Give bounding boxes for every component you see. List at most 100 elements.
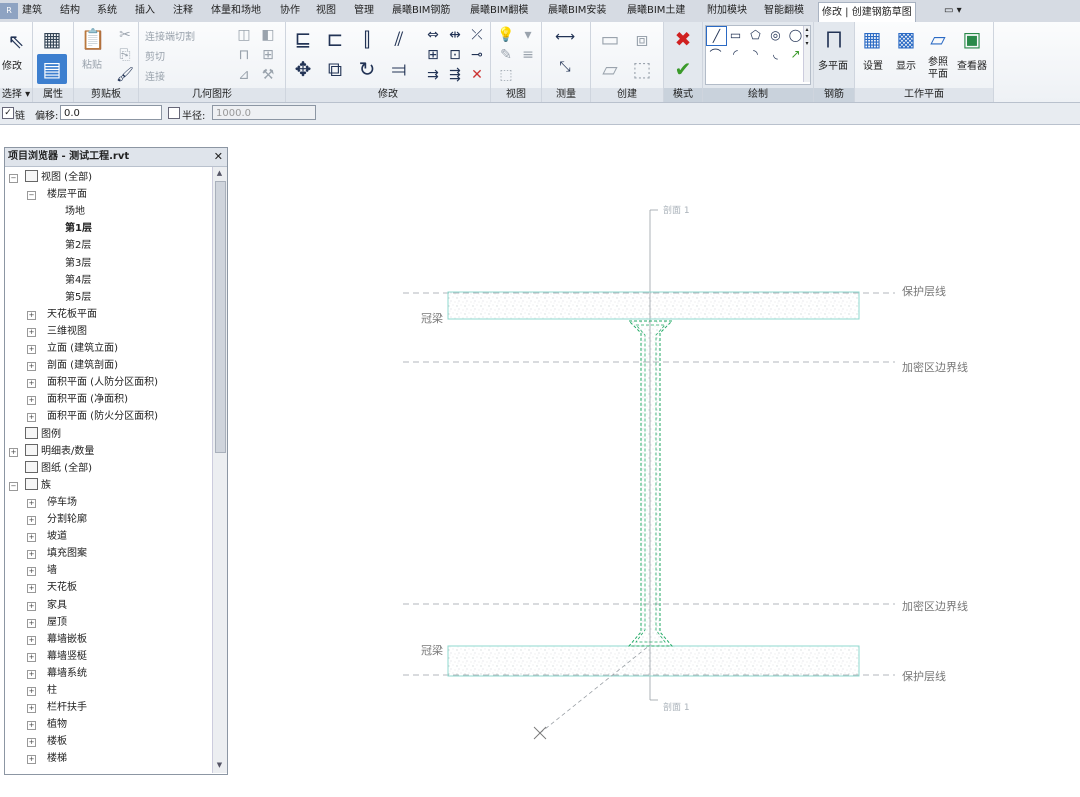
graphics-icon[interactable]: ≡: [515, 44, 541, 66]
menu-tab-14[interactable]: 智能翻模: [764, 3, 804, 19]
menu-tab-6[interactable]: 协作: [280, 3, 300, 19]
crown-beam-bottom[interactable]: [447, 645, 860, 677]
arc-center-icon[interactable]: ◜: [726, 45, 745, 63]
circle-polygon-tool-icon[interactable]: ◎: [766, 26, 785, 44]
fillet-arc-icon[interactable]: ◟: [766, 45, 785, 63]
copy-element-icon[interactable]: ⧉: [320, 54, 350, 84]
view-switcher-button[interactable]: ▭ ▾: [944, 3, 962, 19]
tree-toggle-icon[interactable]: −: [9, 481, 18, 491]
show-label[interactable]: 显示: [896, 57, 916, 72]
section-bottom-label[interactable]: 剖面 1: [663, 701, 690, 713]
tree-toggle-icon[interactable]: +: [27, 413, 36, 423]
tree-toggle-icon[interactable]: +: [27, 345, 36, 354]
override-icon[interactable]: ▾: [515, 24, 541, 46]
menu-tab-12[interactable]: 晨曦BIM土建: [627, 3, 685, 19]
radius-input[interactable]: 1000.0: [212, 105, 316, 120]
tree-toggle-icon[interactable]: +: [27, 652, 36, 662]
cover-line-top-label[interactable]: 保护层线: [902, 284, 946, 298]
tree-node[interactable]: 天花板平面: [47, 306, 97, 323]
tree-node[interactable]: 面积平面 (人防分区面积): [47, 374, 158, 391]
tree-toggle-icon[interactable]: −: [9, 174, 18, 183]
tree-node[interactable]: 剖面 (建筑剖面): [47, 357, 118, 374]
tree-node[interactable]: 植物: [47, 716, 67, 733]
chain-checkbox[interactable]: ✓: [2, 107, 14, 119]
unpin-icon[interactable]: ⤫: [464, 24, 490, 46]
join-button[interactable]: 连接: [145, 68, 165, 83]
tree-toggle-icon[interactable]: +: [27, 738, 36, 748]
tree-toggle-icon[interactable]: +: [27, 618, 36, 628]
copy-icon[interactable]: ⎘: [112, 44, 138, 66]
tree-toggle-icon[interactable]: +: [27, 704, 36, 714]
cut-button[interactable]: 剪切: [145, 48, 165, 63]
tree-node[interactable]: 第4层: [65, 272, 91, 289]
tree-node[interactable]: 图例: [25, 426, 61, 443]
gallery-scroll[interactable]: ▴ ▾ ▾: [803, 26, 810, 82]
tree-node[interactable]: 第1层: [65, 220, 92, 237]
tree-node[interactable]: 填充图案: [47, 545, 87, 562]
tree-toggle-icon[interactable]: +: [27, 516, 36, 525]
polygon-tool-icon[interactable]: ⬠: [746, 26, 765, 44]
tree-node[interactable]: 族: [25, 477, 51, 494]
cut-icon[interactable]: ✂: [112, 24, 138, 46]
tree-toggle-icon[interactable]: +: [27, 550, 36, 560]
paint-icon[interactable]: ◧: [255, 24, 281, 46]
tab-modify-create-rebar-sketch[interactable]: 修改 | 创建钢筋草图: [818, 2, 916, 23]
rectangle-tool-icon[interactable]: ▭: [726, 26, 745, 44]
tree-toggle-icon[interactable]: +: [27, 755, 36, 765]
menu-tab-8[interactable]: 管理: [354, 3, 374, 19]
menu-tab-10[interactable]: 晨曦BIM翻模: [470, 3, 528, 19]
tree-node[interactable]: 楼板: [47, 733, 67, 750]
menu-tab-11[interactable]: 晨曦BIM安装: [548, 3, 606, 19]
tree-node[interactable]: 幕墙嵌板: [47, 631, 87, 648]
split-face-icon[interactable]: ◫: [231, 24, 257, 46]
move-icon[interactable]: ✥: [288, 54, 318, 84]
measure-distance-icon[interactable]: ⟷: [548, 26, 582, 48]
ruler-icon[interactable]: ⊿: [231, 64, 257, 86]
tree-node[interactable]: 幕墙竖梃: [47, 648, 87, 665]
create-parts-icon[interactable]: ▱: [595, 54, 625, 84]
tree-node[interactable]: 幕墙系统: [47, 665, 87, 682]
menu-tab-13[interactable]: 附加模块: [707, 3, 747, 19]
match-type-icon[interactable]: 🖌: [112, 64, 138, 86]
scroll-thumb[interactable]: [215, 181, 226, 453]
tree-toggle-icon[interactable]: +: [27, 567, 36, 577]
tree-node[interactable]: 图纸 (全部): [25, 460, 92, 477]
dimension-icon[interactable]: ⤡: [548, 56, 582, 78]
multiplane-rebar-icon[interactable]: ⨅: [819, 24, 849, 54]
demolish-icon[interactable]: ⊞: [255, 44, 281, 66]
modify-cursor-icon[interactable]: ⇖: [1, 26, 31, 56]
app-logo-icon[interactable]: R: [0, 3, 18, 19]
viewer-icon[interactable]: ▣: [957, 24, 987, 54]
browser-scrollbar[interactable]: ▲ ▼: [212, 167, 227, 773]
scroll-up-icon[interactable]: ▲: [215, 169, 224, 179]
trim-icon[interactable]: ⫤: [384, 54, 414, 84]
tree-toggle-icon[interactable]: +: [27, 687, 36, 696]
finish-edit-icon[interactable]: ✔: [668, 54, 698, 84]
tree-node[interactable]: 停车场: [47, 494, 77, 511]
tree-toggle-icon[interactable]: +: [27, 310, 36, 320]
tree-node[interactable]: 楼层平面: [47, 186, 87, 203]
tree-node[interactable]: 第2层: [65, 237, 91, 254]
drawing-canvas[interactable]: 剖面 1 剖面 1 冠梁 冠梁 保护层线 加密区边界线 加密区边界线 保护层线: [230, 125, 1080, 797]
tree-toggle-icon[interactable]: +: [27, 362, 36, 372]
tree-node[interactable]: 家具: [47, 597, 67, 614]
tree-node[interactable]: 分割轮廓: [47, 511, 87, 528]
paste-icon[interactable]: 📋: [78, 24, 108, 54]
ref-plane-label[interactable]: 参照 平面: [928, 57, 948, 81]
tree-node[interactable]: 坡道: [47, 528, 67, 545]
hammer-icon[interactable]: ⚒: [255, 64, 281, 86]
tree-node[interactable]: 楼梯: [47, 750, 67, 767]
set-workplane-icon[interactable]: ▦: [857, 24, 887, 54]
tree-toggle-icon[interactable]: +: [27, 533, 36, 543]
offset-icon[interactable]: ⊏: [320, 24, 350, 54]
tree-toggle-icon[interactable]: +: [27, 379, 36, 389]
tree-toggle-icon[interactable]: +: [27, 635, 36, 645]
cut-join-button[interactable]: 连接端切割: [145, 28, 195, 43]
crown-beam-top-label[interactable]: 冠梁: [421, 311, 443, 325]
tree-node[interactable]: 第5层: [65, 289, 91, 306]
dense-zone-bottom-label[interactable]: 加密区边界线: [902, 599, 968, 613]
create-group-icon[interactable]: ▭: [595, 24, 625, 54]
tree-node[interactable]: 墙: [47, 562, 57, 579]
offset-input[interactable]: 0.0: [60, 105, 162, 120]
tree-node[interactable]: 柱: [47, 682, 57, 699]
